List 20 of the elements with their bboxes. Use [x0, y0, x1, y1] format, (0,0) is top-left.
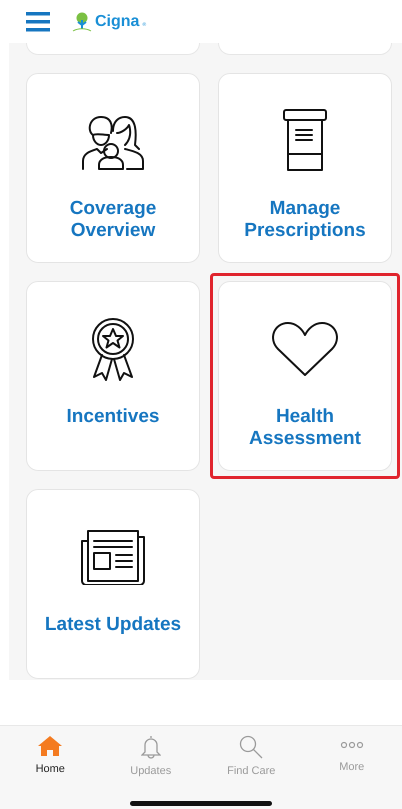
heart-icon — [270, 319, 340, 379]
tile-button[interactable]: Incentives — [26, 281, 200, 471]
tile-card[interactable] — [218, 43, 392, 55]
tab-button[interactable]: Find Care — [201, 735, 302, 777]
tab-button[interactable]: More — [302, 735, 402, 777]
tree-logo-icon — [72, 12, 92, 32]
tile-button[interactable]: Coverage Overview — [26, 73, 200, 263]
home-icon — [38, 735, 62, 757]
tile-card[interactable] — [26, 43, 200, 55]
tile-button[interactable]: Latest Updates — [26, 489, 200, 679]
tile-button[interactable]: Manage Prescriptions — [218, 73, 392, 263]
tab-button[interactable]: Home — [0, 735, 100, 777]
search-icon — [239, 735, 264, 759]
newspaper-icon — [80, 529, 146, 585]
bell-icon — [140, 735, 161, 759]
menu-icon[interactable] — [26, 12, 50, 32]
tab-button[interactable]: Updates — [100, 735, 201, 777]
pill-bottle-icon — [282, 108, 328, 174]
tile-button[interactable]: Health Assessment — [218, 281, 392, 471]
logo-text: Cigna — [95, 12, 140, 30]
